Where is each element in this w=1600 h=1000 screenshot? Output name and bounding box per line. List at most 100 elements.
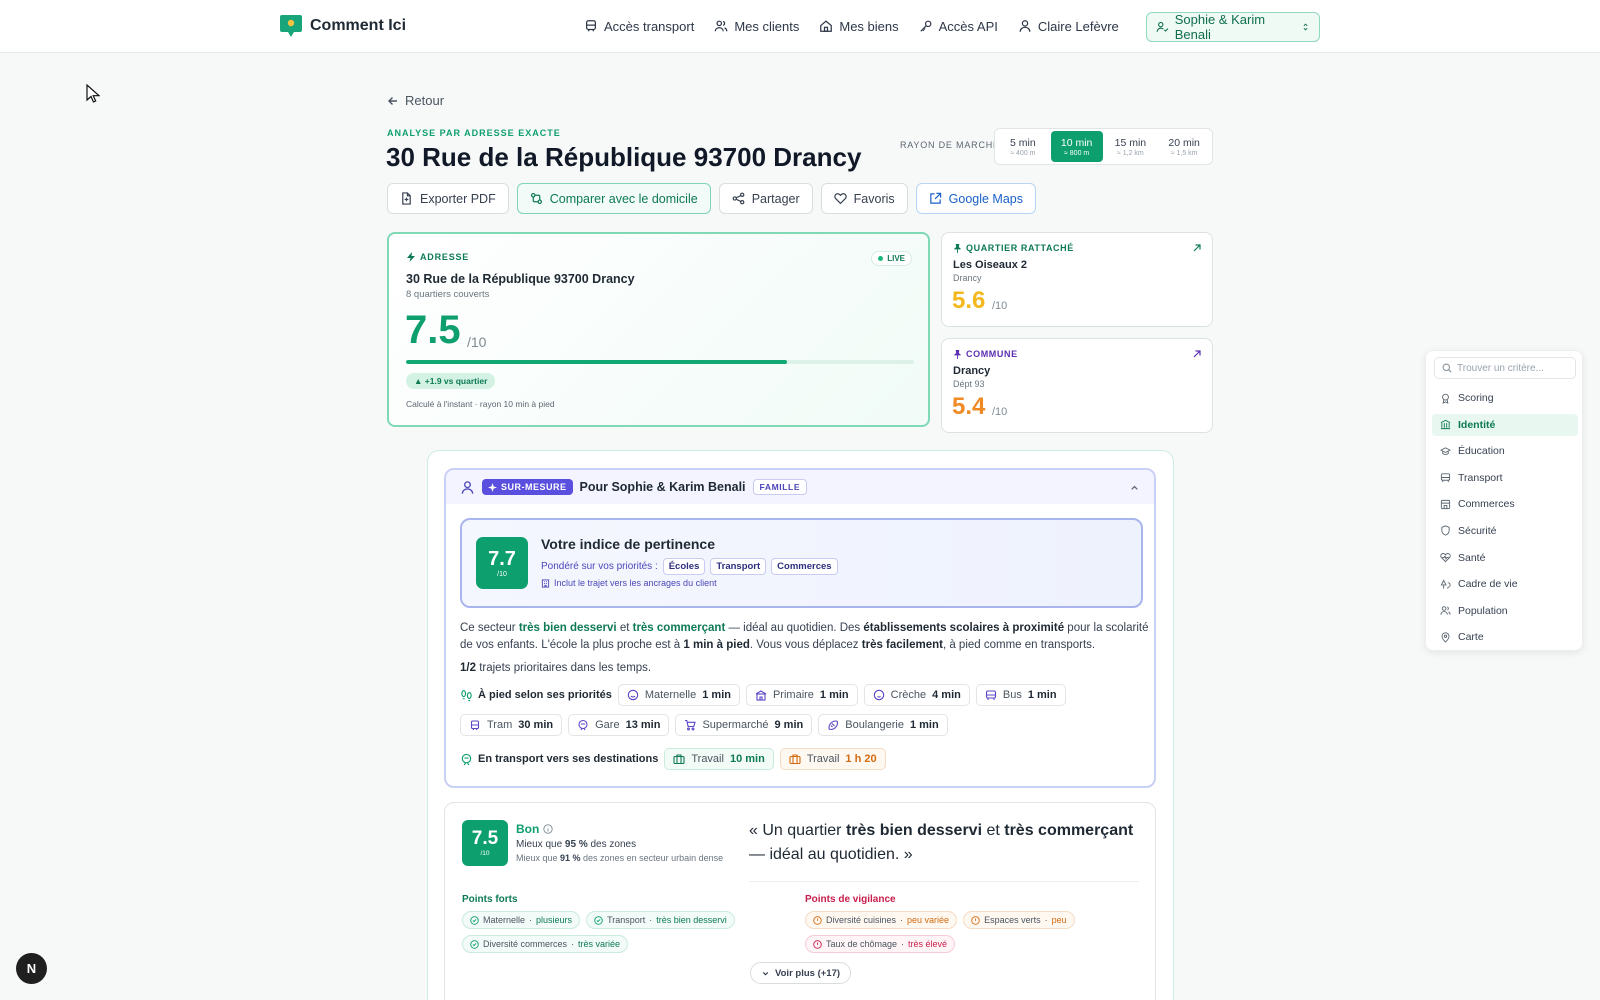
nav-clients[interactable]: Mes clients [704,12,809,40]
sidebar-item-transport[interactable]: Transport [1432,467,1578,489]
chip-time: 30 min [518,719,554,731]
criteria-search-input[interactable] [1457,362,1567,374]
walk-chip-creche[interactable]: Crèche 4 min [863,684,970,706]
dev-tools-badge[interactable]: N [16,953,47,984]
address-text: 30 Rue de la République 93700 Drancy [406,272,635,286]
alert-circle-icon [971,915,980,925]
trips-text: trajets prioritaires dans les temps. [476,662,652,674]
tram-icon [470,720,480,731]
priority-chip: Écoles [662,558,706,575]
nav-user-account[interactable]: Claire Lefèvre [1008,12,1129,40]
nav-label: Accès transport [604,18,695,34]
transit-chip-work-1[interactable]: Travail 10 min [664,748,774,770]
better-pct: 91 % [560,853,581,863]
live-dot [878,256,884,261]
tailored-header[interactable]: SUR-MESURE Pour Sophie & Karim Benali FA… [446,470,1154,504]
search-icon [1442,363,1452,373]
cart-icon [685,719,697,731]
descr-highlight: établissements scolaires à proximité [863,622,1065,634]
verdict-score-value: 7.5 [471,828,499,849]
relevance-note: Inclut le trajet vers les ancrages du cl… [541,578,717,588]
baby-icon [873,689,884,701]
quarter-sub: Drancy [953,273,982,283]
check-circle-icon [470,915,479,925]
nav-transport[interactable]: Accès transport [574,12,704,40]
briefcase-icon [673,754,685,765]
delta-badge: ▲ +1.9 vs quartier [406,373,496,389]
sidebar-item-label: Transport [1458,471,1503,484]
walk-chip-tram[interactable]: Tram 30 min [460,714,563,736]
sidebar-item-cadre-de-vie[interactable]: Cadre de vie [1432,573,1578,595]
row-label-text: En transport vers ses destinations [478,753,659,765]
criteria-list: Scoring Identité Éducation Transport Com… [1432,387,1578,653]
relevance-priorities: Pondéré sur vos priorités : Écoles Trans… [541,558,838,575]
tag-value: très élevé [908,939,948,949]
compare-home-button[interactable]: Comparer avec le domicile [516,183,711,214]
radius-option-15[interactable]: 15 min ≈ 1,2 km [1105,131,1157,162]
sidebar-item-identite[interactable]: Identité [1432,413,1578,436]
watch-tag: Espaces verts · peu [963,911,1075,929]
descr-highlight: très facilement [861,639,943,651]
award-icon [1442,393,1449,404]
walk-chip-supermarche[interactable]: Supermarché 9 min [675,714,813,736]
quarter-card[interactable]: QUARTIER RATTACHÉ Les Oiseaux 2 Drancy 5… [941,232,1213,327]
sidebar-item-education[interactable]: Éducation [1432,440,1578,462]
walk-chip-bus[interactable]: Bus 1 min [975,684,1066,706]
descr-text: et [616,622,633,634]
transit-chip-work-2[interactable]: Travail 1 h 20 [779,748,886,770]
see-more-button[interactable]: Voir plus (+17) [750,962,852,984]
sidebar-item-sante[interactable]: Santé [1432,547,1578,569]
quote-text: « Un quartier [749,822,846,839]
tag-value: peu [1051,915,1067,925]
client-selector[interactable]: Sophie & Karim Benali [1146,12,1320,42]
sidebar-item-carte[interactable]: Carte [1432,626,1578,648]
sidebar-item-label: Population [1458,604,1508,617]
heart-pulse-icon [1440,553,1451,563]
verdict-label: Bon [516,822,554,836]
tag-label: Espaces verts [984,915,1041,925]
file-icon [402,192,411,205]
descr-text: . Vous vous déplacez [749,639,862,651]
priorities-label: Pondéré sur vos priorités : [541,561,658,572]
priority-chip: Transport [710,558,767,575]
walk-chip-maternelle[interactable]: Maternelle 1 min [617,684,740,706]
criteria-search[interactable] [1434,357,1576,379]
sidebar-item-scoring[interactable]: Scoring [1432,387,1578,409]
sidebar-item-population[interactable]: Population [1432,600,1578,622]
analysis-eyebrow: ANALYSE PAR ADRESSE EXACTE [387,128,561,138]
score-progress-fill [406,360,787,364]
coverage-text: 8 quartiers couverts [406,289,490,300]
address-tag: ADRESSE [406,252,469,262]
walk-chip-boulangerie[interactable]: Boulangerie 1 min [818,714,948,736]
favorites-button[interactable]: Favoris [820,183,908,214]
nav-biens[interactable]: Mes biens [809,12,908,40]
strength-tag: Maternelle · plusieurs [462,911,581,929]
walk-chip-primaire[interactable]: Primaire 1 min [745,684,858,706]
heart-icon [833,193,847,205]
store-icon [1440,499,1451,509]
row-label-text: À pied selon ses priorités [478,689,612,701]
radius-option-20[interactable]: 20 min ≈ 1,5 km [1158,131,1210,162]
score-progress-bar [406,360,914,364]
tailored-panel: SUR-MESURE Pour Sophie & Karim Benali FA… [444,468,1156,788]
sidebar-item-commerces[interactable]: Commerces [1432,493,1578,515]
descr-highlight: très bien desservi [518,622,617,634]
nav-api[interactable]: Accès API [909,12,1008,40]
export-pdf-button[interactable]: Exporter PDF [387,183,509,214]
back-link[interactable]: Retour [387,93,444,108]
share-button[interactable]: Partager [718,183,813,214]
walk-chip-gare[interactable]: Gare 13 min [568,714,670,736]
tag-label: Diversité cuisines [826,915,897,925]
sidebar-item-securite[interactable]: Sécurité [1432,520,1578,542]
chevron-up-icon[interactable] [1129,482,1140,493]
app-logo[interactable]: Comment Ici [279,13,406,39]
google-maps-button[interactable]: Google Maps [915,183,1036,214]
radius-option-5[interactable]: 5 min ≈ 400 m [997,131,1049,162]
arrow-up-right-icon[interactable] [1192,349,1202,359]
arrow-up-right-icon[interactable] [1192,243,1202,253]
commune-card[interactable]: COMMUNE Drancy Dépt 93 5.4 /10 [941,338,1213,433]
watch-tag: Taux de chômage · très élevé [805,935,956,953]
tag-value: plusieurs [536,915,573,925]
radius-option-10[interactable]: 10 min ≈ 800 m [1050,131,1103,162]
info-icon[interactable] [543,824,554,834]
